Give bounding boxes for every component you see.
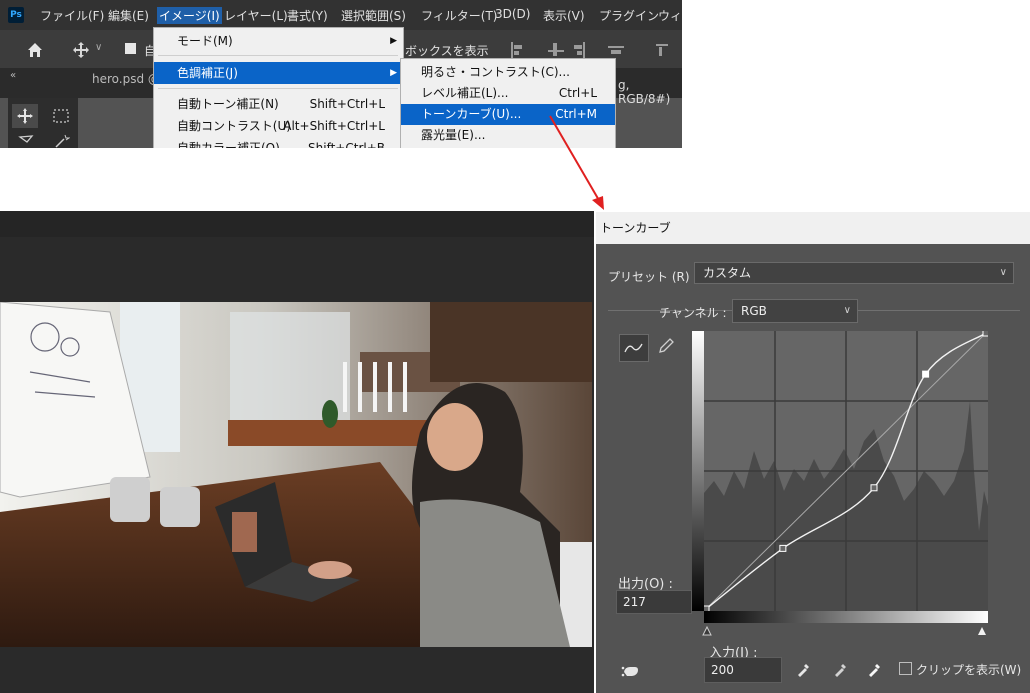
input-field[interactable]: 200 xyxy=(704,657,782,683)
preset-label: プリセット (R) : xyxy=(608,270,698,284)
menu-image[interactable]: イメージ(I) xyxy=(157,7,222,24)
preset-value: カスタム xyxy=(703,266,752,280)
align-icons[interactable] xyxy=(508,40,678,60)
image-menu-dropdown: モード(M) ▶ 色調補正(J) ▶ 自動トーン補正(N) Shift+Ctrl… xyxy=(153,27,404,148)
target-adjust-hand-icon[interactable] xyxy=(620,662,642,680)
menu-window[interactable]: ウィ xyxy=(658,7,682,24)
home-icon[interactable] xyxy=(27,42,43,58)
curve-wave-icon xyxy=(624,343,643,353)
white-eyedropper-icon[interactable] xyxy=(867,661,883,677)
curves-dialog: トーンカーブ プリセット (R) : カスタム ∨ チャンネル : RGB ∨ … xyxy=(596,212,1030,693)
menu-item-auto-tone[interactable]: 自動トーン補正(N) Shift+Ctrl+L xyxy=(154,93,403,115)
menu-item-mode[interactable]: モード(M) ▶ xyxy=(154,30,403,52)
curve-control-point[interactable] xyxy=(870,484,878,492)
show-clipping-label: クリップを表示(W) xyxy=(916,663,1022,677)
collapse-panel-icon[interactable]: « xyxy=(10,70,16,81)
gray-eyedropper-icon[interactable] xyxy=(833,661,849,677)
output-value: 217 xyxy=(623,595,646,609)
curve-control-point[interactable] xyxy=(779,544,787,552)
menu-filter[interactable]: フィルター(T) xyxy=(421,7,497,24)
dialog-titlebar: トーンカーブ xyxy=(596,212,1030,244)
auto-select-checkbox[interactable] xyxy=(125,43,136,54)
preset-select[interactable]: カスタム ∨ xyxy=(694,262,1014,284)
menu-item-auto-color[interactable]: 自動カラー補正(O) Shift+Ctrl+B xyxy=(154,137,403,148)
input-gradient-bar xyxy=(704,611,988,623)
white-point-slider[interactable] xyxy=(977,626,987,636)
menu-item-auto-contrast[interactable]: 自動コントラスト(U) Alt+Shift+Ctrl+L xyxy=(154,115,403,137)
canvas-photo[interactable] xyxy=(0,302,592,647)
menu-separator xyxy=(158,88,398,89)
curve-control-point[interactable] xyxy=(982,331,988,337)
submenu-arrow-icon: ▶ xyxy=(390,36,397,46)
show-clipping-checkbox[interactable] xyxy=(899,662,912,675)
curve-point-tool-button[interactable] xyxy=(619,334,649,362)
chevron-down-icon[interactable]: ∨ xyxy=(95,42,102,53)
menu-item-adjustments[interactable]: 色調補正(J) ▶ xyxy=(154,62,403,84)
menu-select[interactable]: 選択範囲(S) xyxy=(341,7,406,24)
toolbox xyxy=(8,98,78,148)
menu-bar: Ps ファイル(F) 編集(E) イメージ(I) レイヤー(L) 書式(Y) 選… xyxy=(0,0,682,30)
menu-plugins[interactable]: プラグイン xyxy=(599,7,659,24)
workspace-top-strip xyxy=(0,211,594,237)
magic-wand-icon[interactable] xyxy=(54,134,70,148)
channel-select[interactable]: RGB ∨ xyxy=(732,299,858,323)
black-eyedropper-icon[interactable] xyxy=(796,661,812,677)
marquee-tool-icon[interactable] xyxy=(52,108,70,124)
chevron-down-icon: ∨ xyxy=(999,267,1007,278)
move-tool-icon[interactable] xyxy=(72,41,90,59)
menu-item-levels[interactable]: レベル補正(L)... Ctrl+L xyxy=(401,83,615,104)
menu-item-brightness-contrast[interactable]: 明るさ・コントラスト(C)... xyxy=(401,62,615,83)
menu-separator xyxy=(158,55,398,56)
curve-control-point[interactable] xyxy=(922,370,930,378)
chevron-down-icon: ∨ xyxy=(843,305,851,316)
menu-3d[interactable]: 3D(D) xyxy=(495,7,530,21)
menu-file[interactable]: ファイル(F) xyxy=(40,7,104,24)
input-value: 200 xyxy=(711,663,734,677)
show-transform-label: ボックスを表示 xyxy=(405,44,489,58)
channel-label: チャンネル : xyxy=(659,306,727,320)
canvas-workspace xyxy=(0,211,594,693)
photoshop-logo: Ps xyxy=(8,7,24,23)
submenu-arrow-icon: ▶ xyxy=(390,68,397,78)
channel-value: RGB xyxy=(741,304,767,318)
menu-view[interactable]: 表示(V) xyxy=(543,7,585,24)
lasso-tool-icon[interactable] xyxy=(18,134,36,148)
dialog-title: トーンカーブ xyxy=(600,221,671,235)
curves-graph[interactable] xyxy=(704,331,988,611)
output-field[interactable]: 217 xyxy=(616,590,692,614)
photo-illustration xyxy=(0,302,592,647)
pencil-icon[interactable] xyxy=(656,336,676,356)
move-tool-button[interactable] xyxy=(12,104,38,128)
black-point-slider[interactable] xyxy=(702,626,712,636)
document-tab[interactable]: hero.psd @ xyxy=(92,72,160,86)
output-gradient-bar xyxy=(692,331,704,611)
menu-edit[interactable]: 編集(E) xyxy=(108,7,149,24)
annotation-arrow xyxy=(549,115,604,210)
menu-layer[interactable]: レイヤー(L) xyxy=(224,7,288,24)
menu-type[interactable]: 書式(Y) xyxy=(287,7,328,24)
document-tab-info: g, RGB/8#) xyxy=(618,78,671,106)
